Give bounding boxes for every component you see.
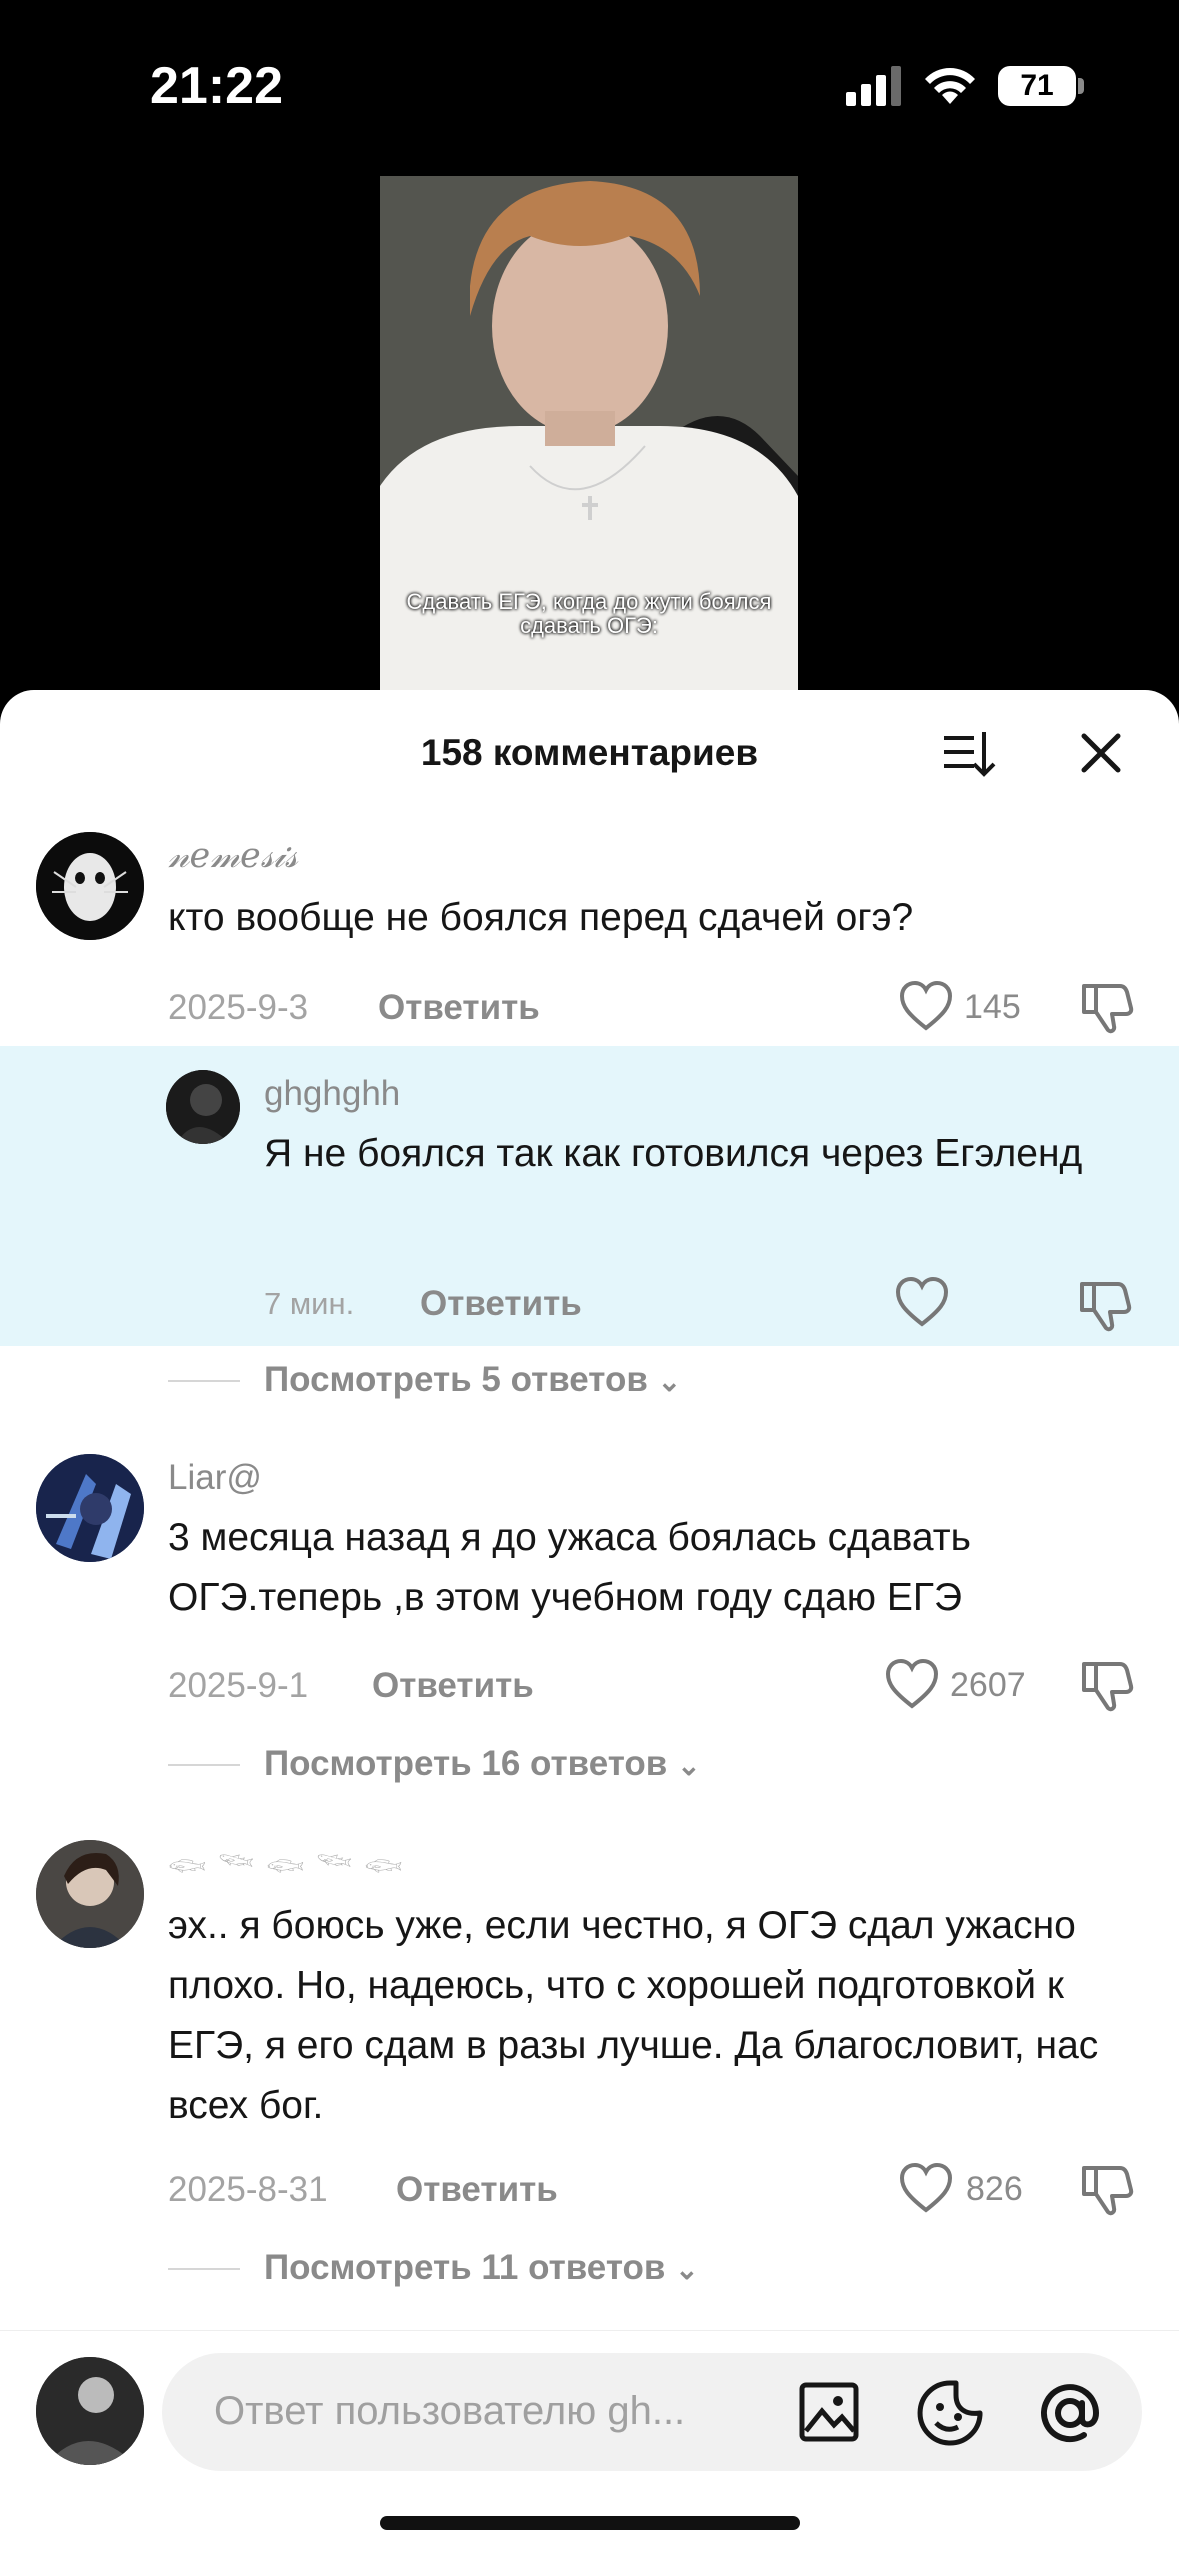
status-bar: 21:22 71 (0, 0, 1179, 170)
reply-button[interactable]: Ответить (378, 988, 540, 1028)
reply-text: Я не боялся так как готовился через Егэл… (264, 1132, 1083, 1175)
comment-username[interactable]: 𓆟 𓆝 𓆟 𓆝 𓆟 (168, 1840, 405, 1886)
comment-date: 2025-9-1 (168, 1666, 309, 1705)
comments-count-title: 158 комментариев (420, 732, 759, 773)
divider (168, 1380, 240, 1382)
comment-date: 2025-9-3 (168, 988, 309, 1027)
heart-icon[interactable] (898, 2162, 954, 2214)
sticker-icon[interactable] (916, 2379, 984, 2447)
view-replies-label: Посмотреть 5 ответов (264, 1360, 648, 1399)
reply-input-placeholder: Ответ пользователю gh... (214, 2389, 686, 2433)
comments-sheet: 158 комментариев 𝓃𝑒𝓂𝑒𝓈𝒾𝓈 кто вообще не б… (0, 690, 1179, 2556)
cellular-signal-icon (846, 66, 901, 106)
reply-button[interactable]: Ответить (396, 2170, 558, 2210)
dislike-icon[interactable] (1078, 1658, 1134, 1714)
mention-icon[interactable] (1036, 2379, 1104, 2447)
comment-username[interactable]: Liar@ (168, 1458, 262, 1498)
view-replies-label: Посмотреть 16 ответов (264, 1744, 668, 1783)
comment-text: кто вообще не боялся перед сдачей огэ? (168, 896, 914, 939)
like-count: 826 (966, 2170, 1023, 2208)
wifi-icon (925, 68, 975, 104)
avatar[interactable] (36, 1454, 144, 1562)
battery-indicator: 71 (998, 66, 1076, 106)
view-replies-button[interactable]: Посмотреть 16 ответов ⌄ (264, 1744, 701, 1784)
divider (168, 1764, 240, 1766)
reply-avatar[interactable] (166, 1070, 240, 1144)
reply-button[interactable]: Ответить (420, 1284, 582, 1324)
close-icon[interactable] (1078, 730, 1124, 776)
video-preview[interactable]: Сдавать ЕГЭ, когда до жути боялся сдават… (380, 176, 798, 696)
status-time: 21:22 (150, 57, 283, 115)
reply-username[interactable]: ghghghh (264, 1074, 400, 1114)
video-caption: Сдавать ЕГЭ, когда до жути боялся сдават… (406, 589, 772, 638)
chevron-down-icon: ⌄ (657, 1366, 682, 1397)
chevron-down-icon: ⌄ (675, 2254, 699, 2285)
image-icon[interactable] (798, 2381, 860, 2443)
comment-date: 2025-8-31 (168, 2170, 328, 2209)
view-replies-button[interactable]: Посмотреть 11 ответов ⌄ (264, 2248, 699, 2288)
comment-text: 3 месяца назад я до ужаса боялась сдават… (168, 1516, 971, 1619)
like-count: 145 (964, 988, 1021, 1026)
reply-input[interactable]: Ответ пользователю gh... (162, 2353, 1142, 2471)
comment-text: эх.. я боюсь уже, если честно, я ОГЭ сда… (168, 1904, 1099, 2127)
reply-date: 7 мин. (264, 1286, 355, 1321)
divider (168, 2268, 240, 2270)
view-replies-label: Посмотреть 11 ответов (264, 2248, 666, 2287)
like-count: 2607 (950, 1666, 1026, 1704)
home-indicator[interactable] (380, 2516, 800, 2530)
heart-icon[interactable] (884, 1658, 940, 1710)
my-avatar[interactable] (36, 2357, 144, 2465)
heart-icon[interactable] (898, 980, 954, 1032)
avatar[interactable] (36, 1840, 144, 1948)
reply-button[interactable]: Ответить (372, 1666, 534, 1706)
dislike-icon[interactable] (1076, 1278, 1132, 1334)
comment-username[interactable]: 𝓃𝑒𝓂𝑒𝓈𝒾𝓈 (168, 836, 298, 876)
sort-icon[interactable] (940, 726, 996, 782)
battery-cap (1078, 78, 1084, 94)
dislike-icon[interactable] (1078, 2162, 1134, 2218)
avatar[interactable] (36, 832, 144, 940)
chevron-down-icon: ⌄ (677, 1750, 701, 1781)
heart-icon[interactable] (894, 1276, 950, 1328)
dislike-icon[interactable] (1078, 980, 1134, 1036)
view-replies-button[interactable]: Посмотреть 5 ответов ⌄ (264, 1360, 681, 1400)
